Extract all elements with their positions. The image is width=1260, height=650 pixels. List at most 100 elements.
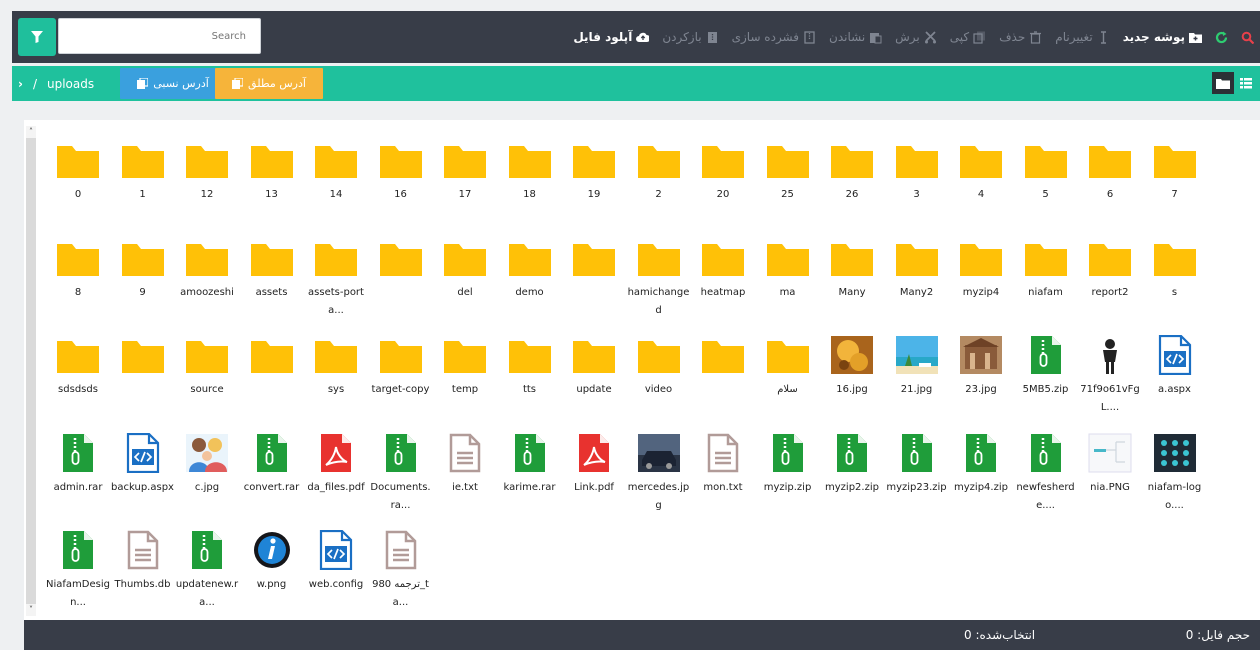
compress-button[interactable]: فشرده سازی — [732, 30, 816, 44]
extract-button[interactable]: بازکردن — [662, 30, 718, 44]
file-item[interactable]: 23.jpg — [949, 335, 1013, 427]
file-item[interactable]: da_files.pdf — [304, 433, 368, 525]
file-item[interactable]: myzip2.zip — [820, 433, 884, 525]
breadcrumb-folder[interactable]: uploads — [47, 77, 94, 91]
folder-item[interactable]: update — [562, 335, 626, 427]
chevron-right-icon[interactable]: › — [18, 77, 23, 91]
folder-item[interactable]: 5 — [1014, 140, 1078, 232]
scroll-up-icon[interactable]: ˄ — [26, 126, 36, 138]
file-item[interactable]: admin.rar — [46, 433, 110, 525]
folder-item[interactable]: amoozeshi — [175, 238, 239, 330]
file-item[interactable]: Link.pdf — [562, 433, 626, 525]
folder-item[interactable]: 7 — [1143, 140, 1207, 232]
folder-item[interactable]: target-copy — [369, 335, 433, 427]
folder-item[interactable]: tts — [498, 335, 562, 427]
folder-item[interactable]: سلام — [756, 335, 820, 427]
delete-button[interactable]: حذف — [999, 30, 1042, 44]
folder-item[interactable]: sys — [304, 335, 368, 427]
folder-item[interactable]: del — [433, 238, 497, 330]
folder-item[interactable]: s — [1143, 238, 1207, 330]
folder-item[interactable]: 8 — [46, 238, 110, 330]
folder-item[interactable]: 19 — [562, 140, 626, 232]
rename-button[interactable]: تغییرنام — [1055, 30, 1109, 44]
folder-item[interactable]: 26 — [820, 140, 884, 232]
folder-item[interactable]: source — [175, 335, 239, 427]
file-item[interactable]: ie.txt — [433, 433, 497, 525]
folder-item[interactable]: assets-porta... — [304, 238, 368, 330]
folder-item[interactable]: 3 — [885, 140, 949, 232]
file-item[interactable]: 71f9o61vFgL.... — [1078, 335, 1142, 427]
folder-item[interactable]: 17 — [433, 140, 497, 232]
file-item[interactable]: myzip.zip — [756, 433, 820, 525]
relative-path-button[interactable]: آدرس نسبی — [120, 68, 226, 99]
scrollbar[interactable]: ˄ ˅ — [26, 126, 36, 616]
folder-item[interactable] — [691, 335, 755, 427]
folder-item[interactable]: heatmap — [691, 238, 755, 330]
file-item[interactable]: c.jpg — [175, 433, 239, 525]
file-item[interactable]: myzip23.zip — [885, 433, 949, 525]
grid-view-button[interactable] — [1212, 72, 1234, 94]
folder-item[interactable]: report2 — [1078, 238, 1142, 330]
folder-item[interactable] — [562, 238, 626, 330]
file-item[interactable]: mon.txt — [691, 433, 755, 525]
folder-item[interactable]: temp — [433, 335, 497, 427]
folder-item[interactable]: 9 — [111, 238, 175, 330]
folder-item[interactable] — [111, 335, 175, 427]
folder-item[interactable]: 16 — [369, 140, 433, 232]
search-input[interactable] — [58, 18, 261, 54]
file-item[interactable]: ترجمه 980_ta... — [369, 530, 433, 622]
file-item[interactable]: backup.aspx — [111, 432, 175, 525]
folder-item[interactable]: 13 — [240, 140, 304, 232]
file-item[interactable]: myzip4.zip — [949, 433, 1013, 525]
folder-item[interactable]: 4 — [949, 140, 1013, 232]
list-view-button[interactable] — [1240, 72, 1254, 94]
folder-item[interactable]: niafam — [1014, 238, 1078, 330]
file-item[interactable]: newfesherde.... — [1014, 433, 1078, 525]
folder-item[interactable]: 12 — [175, 140, 239, 232]
folder-item[interactable]: video — [627, 335, 691, 427]
file-item[interactable]: NiafamDesign... — [46, 530, 110, 622]
file-item[interactable]: 5MB5.zip — [1014, 335, 1078, 427]
new-folder-button[interactable]: پوشه جدید — [1123, 30, 1202, 44]
file-item[interactable]: updatenew.ra... — [175, 530, 239, 622]
folder-item[interactable]: sdsdsds — [46, 335, 110, 427]
folder-item[interactable]: 25 — [756, 140, 820, 232]
folder-item[interactable]: Many2 — [885, 238, 949, 330]
folder-item[interactable]: 6 — [1078, 140, 1142, 232]
cut-button[interactable]: برش — [895, 30, 937, 44]
folder-item[interactable]: 2 — [627, 140, 691, 232]
folder-item[interactable]: 18 — [498, 140, 562, 232]
folder-item[interactable]: demo — [498, 238, 562, 330]
file-item[interactable]: convert.rar — [240, 433, 304, 525]
file-item[interactable]: w.png — [240, 530, 304, 622]
file-item[interactable]: nia.PNG — [1078, 433, 1142, 525]
folder-item[interactable]: Many — [820, 238, 884, 330]
folder-item[interactable]: ma — [756, 238, 820, 330]
paste-button[interactable]: نشاندن — [829, 30, 882, 44]
file-item[interactable]: Documents.ra... — [369, 433, 433, 525]
folder-item[interactable]: 1 — [111, 140, 175, 232]
absolute-path-button[interactable]: آدرس مطلق — [215, 68, 323, 99]
folder-item[interactable] — [369, 238, 433, 330]
file-item[interactable]: mercedes.jpg — [627, 433, 691, 525]
copy-button[interactable]: کپی — [950, 30, 986, 44]
file-item[interactable]: a.aspx — [1143, 334, 1207, 427]
folder-item[interactable]: myzip4 — [949, 238, 1013, 330]
folder-item[interactable]: hamichanged — [627, 238, 691, 330]
file-item[interactable]: 16.jpg — [820, 335, 884, 427]
file-item[interactable]: Thumbs.db — [111, 530, 175, 622]
file-item[interactable]: 21.jpg — [885, 335, 949, 427]
filter-button[interactable] — [18, 18, 56, 56]
folder-item[interactable]: assets — [240, 238, 304, 330]
scroll-down-icon[interactable]: ˅ — [26, 604, 36, 616]
refresh-button[interactable] — [1215, 31, 1228, 44]
folder-item[interactable]: 20 — [691, 140, 755, 232]
folder-item[interactable]: 0 — [46, 140, 110, 232]
upload-button[interactable]: آپلود فایل — [573, 30, 650, 44]
folder-item[interactable] — [240, 335, 304, 427]
folder-item[interactable]: 14 — [304, 140, 368, 232]
file-item[interactable]: web.config — [304, 529, 368, 622]
file-item[interactable]: karime.rar — [498, 433, 562, 525]
file-item[interactable]: niafam-logo.... — [1143, 433, 1207, 525]
search-button[interactable] — [1241, 31, 1254, 44]
